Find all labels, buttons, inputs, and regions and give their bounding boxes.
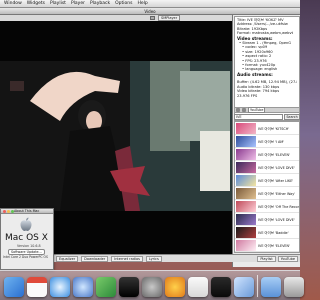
dock <box>0 270 304 300</box>
video-title: IVE 아이브 'Baddie' <box>258 230 289 235</box>
menu-playlist[interactable]: Playlist <box>50 1 66 6</box>
mail-icon[interactable] <box>234 277 254 297</box>
ical-icon[interactable] <box>27 277 47 297</box>
folder-icon[interactable] <box>261 277 281 297</box>
video-thumbnail[interactable] <box>236 122 256 134</box>
panel-tabs: Playlist YouTube <box>232 254 300 262</box>
video-title: IVE 아이브 'LOVE DIVE' <box>258 217 295 222</box>
video-thumbnail[interactable] <box>236 148 256 160</box>
video-title: IVE 아이브 'Either Way' <box>258 191 296 196</box>
info-fps-total: 23.976 FPS <box>237 93 258 98</box>
dock-separator <box>257 275 258 297</box>
menu-bar: Window Widgets Playlist Player Playback … <box>0 0 300 8</box>
youtube-search-input[interactable]: IVE <box>234 114 283 120</box>
window-title: Video <box>0 8 300 15</box>
about-this-mac-window: About This Mac Mac OS X Version 10.6.8 S… <box>0 208 54 270</box>
window-controls <box>3 210 14 213</box>
youtube-result[interactable]: IVE 아이브 'KITSCH' <box>235 122 299 135</box>
youtube-result[interactable]: IVE 아이브 'I AM' <box>235 135 299 148</box>
youtube-back-icon[interactable] <box>242 108 246 112</box>
video-title: IVE 아이브 'LOVE DIVE' <box>258 165 295 170</box>
youtube-result[interactable]: IVE 아이브 'Baddie' <box>235 226 299 239</box>
menu-options[interactable]: Options <box>115 1 132 6</box>
video-title: IVE 아이브 'ELEVEN' <box>258 243 291 248</box>
video-thumbnail[interactable] <box>236 187 256 199</box>
safari-icon[interactable] <box>50 277 70 297</box>
itunes-icon[interactable] <box>73 277 93 297</box>
media-info: Title: IVE 아이브 'KOKZ' MV Address: /Users… <box>234 16 300 121</box>
tab-youtube[interactable]: YouTube <box>277 255 298 262</box>
menu-playback[interactable]: Playback <box>90 1 110 6</box>
bottom-tabs: Equalizer Downloader Internet radios Lyr… <box>54 254 232 262</box>
os-version: Version 10.6.8 <box>17 244 41 248</box>
youtube-toolbar: YouTube <box>234 107 300 113</box>
youtube-result[interactable]: IVE 아이브 'ELEVEN' <box>235 148 299 161</box>
menu-player[interactable]: Player <box>71 1 85 6</box>
menu-help[interactable]: Help <box>137 1 147 6</box>
trash-icon[interactable] <box>284 277 304 297</box>
smplayer-icon[interactable] <box>165 277 185 297</box>
youtube-result[interactable]: IVE 아이브 'Off The Record' <box>235 200 299 213</box>
video-title: IVE 아이브 'ELEVEN' <box>258 152 291 157</box>
youtube-result[interactable]: IVE 아이브 'After LIKE' <box>235 174 299 187</box>
terminal-icon[interactable] <box>119 277 139 297</box>
info-format: Format: matroska,webm,webvt <box>237 31 294 36</box>
video-title: IVE 아이브 'I AM' <box>258 139 285 144</box>
youtube-results: IVE 아이브 'KITSCH' IVE 아이브 'I AM' IVE 아이브 'E… <box>234 121 300 253</box>
about-titlebar: About This Mac <box>1 209 53 214</box>
activity-monitor-icon[interactable] <box>211 277 231 297</box>
system-preferences-icon[interactable] <box>142 277 162 297</box>
menu-window[interactable]: Window <box>4 1 22 6</box>
audio-streams-header: Audio streams: <box>237 71 273 77</box>
apple-logo-icon <box>20 217 32 231</box>
os-name: Mac OS X <box>5 233 48 243</box>
youtube-result[interactable]: IVE 아이브 'LOVE DIVE' <box>235 213 299 226</box>
tab-equalizer[interactable]: Equalizer <box>56 255 79 262</box>
play-button[interactable] <box>150 16 155 20</box>
zoom-button[interactable] <box>11 210 14 213</box>
youtube-tab[interactable]: YouTube <box>248 107 266 113</box>
finder-icon[interactable] <box>4 277 24 297</box>
youtube-result[interactable]: IVE 아이브 'Either Way' <box>235 187 299 200</box>
about-title: About This Mac <box>14 209 40 213</box>
youtube-result[interactable]: IVE 아이브 'LOVE DIVE' <box>235 161 299 174</box>
tab-lyrics[interactable]: Lyrics <box>145 255 162 262</box>
video-thumbnail[interactable] <box>236 200 256 212</box>
youtube-home-icon[interactable] <box>236 108 240 112</box>
video-thumbnail[interactable] <box>236 135 256 147</box>
youtube-search-button[interactable]: Search <box>284 114 300 120</box>
video-thumbnail[interactable] <box>236 213 256 225</box>
tab-downloader[interactable]: Downloader <box>81 255 109 262</box>
hardware-details: Intel Core 2 Duo PowerPC OS <box>3 255 48 259</box>
video-thumbnail[interactable] <box>236 161 256 173</box>
tab-playlist[interactable]: Playlist <box>257 255 276 262</box>
minimize-button[interactable] <box>7 210 10 213</box>
right-panel: Title: IVE 아이브 'KOKZ' MV Address: /Users… <box>232 15 300 267</box>
video-thumbnail[interactable] <box>236 226 256 238</box>
video-title: IVE 아이브 'After LIKE' <box>258 178 294 183</box>
youtube-result[interactable]: IVE 아이브 'ELEVEN' <box>235 239 299 252</box>
textedit-icon[interactable] <box>188 277 208 297</box>
video-thumbnail[interactable] <box>236 239 256 251</box>
close-button[interactable] <box>3 210 6 213</box>
video-thumbnail[interactable] <box>236 174 256 186</box>
menu-widgets[interactable]: Widgets <box>27 1 45 6</box>
video-title: IVE 아이브 'KITSCH' <box>258 126 290 131</box>
video-title: IVE 아이브 'Off The Record' <box>258 204 299 209</box>
youtube-search-row: IVE Search <box>234 114 300 120</box>
tab-internet-radios[interactable]: Internet radios <box>111 255 143 262</box>
iphoto-icon[interactable] <box>96 277 116 297</box>
